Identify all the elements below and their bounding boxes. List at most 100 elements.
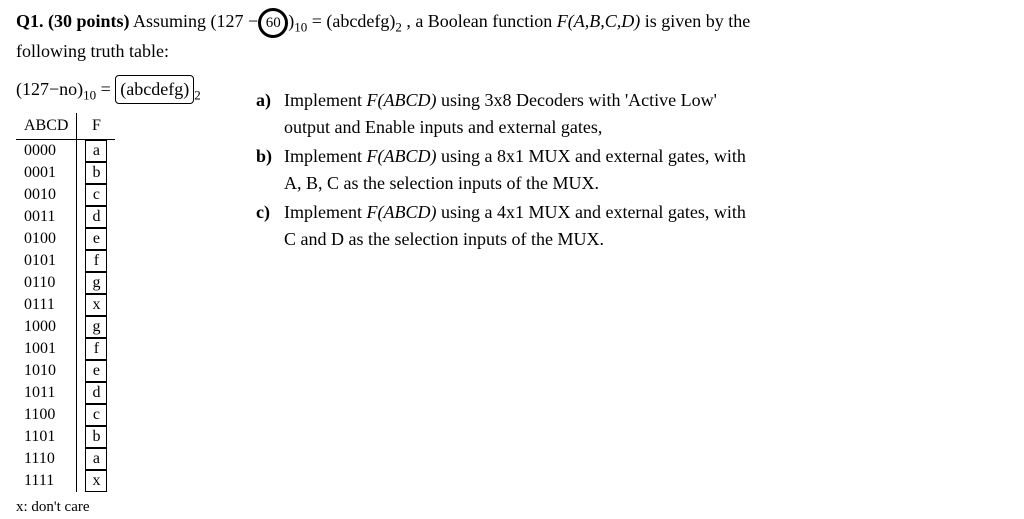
table-row: 1101b xyxy=(16,426,115,448)
table-header-abcd: ABCD xyxy=(16,113,77,140)
f-value: g xyxy=(85,272,107,294)
eq-sign: = xyxy=(312,11,327,31)
formula-sub2: 2 xyxy=(194,88,201,103)
table-row: 0110 g xyxy=(16,272,115,294)
table-cell-abcd: 1111 xyxy=(16,470,77,492)
part-c: c) Implement F(ABCD) using a 4x1 MUX and… xyxy=(256,199,1008,253)
table-cell-abcd: 0001 xyxy=(16,162,77,184)
table-cell-f: d xyxy=(77,382,116,404)
part-b-pre: Implement xyxy=(284,146,366,166)
table-cell-f: f xyxy=(77,250,116,272)
table-row: 1010 e xyxy=(16,360,115,382)
part-b-post: using a 8x1 MUX and external gates, with xyxy=(436,146,745,166)
table-row: 1000 g xyxy=(16,316,115,338)
right-column: a) Implement F(ABCD) using 3x8 Decoders … xyxy=(256,75,1008,519)
part-b-func: F(ABCD) xyxy=(366,146,436,166)
f-value: x xyxy=(85,294,107,316)
table-cell-abcd: 0100 xyxy=(16,228,77,250)
table-cell-abcd: 1100 xyxy=(16,404,77,426)
intro-text-4: following truth table: xyxy=(16,38,1008,65)
table-cell-f: d xyxy=(77,206,116,228)
part-c-pre: Implement xyxy=(284,202,366,222)
part-a: a) Implement F(ABCD) using 3x8 Decoders … xyxy=(256,87,1008,141)
intro-text-1: Assuming xyxy=(133,11,211,31)
expr-rhs: (abcdefg) xyxy=(326,11,395,31)
subscript-10: 10 xyxy=(294,20,307,35)
part-a-post: using 3x8 Decoders with 'Active Low' xyxy=(436,90,716,110)
table-row: 0011 d xyxy=(16,206,115,228)
table-cell-f: g xyxy=(77,272,116,294)
dont-care-note: x: don't care xyxy=(16,496,216,519)
table-cell-f: a xyxy=(77,140,116,163)
table-header-row: ABCD F xyxy=(16,113,115,140)
table-cell-abcd: 0011 xyxy=(16,206,77,228)
circled-number: 60 xyxy=(258,8,288,38)
part-c-line2: C and D as the selection inputs of the M… xyxy=(284,229,604,249)
table-row: 1011d xyxy=(16,382,115,404)
table-row: 0010 c xyxy=(16,184,115,206)
table-cell-f: e xyxy=(77,228,116,250)
table-cell-f: c xyxy=(77,404,116,426)
table-cell-f: x xyxy=(77,294,116,316)
table-header-f: F xyxy=(77,113,116,140)
formula-sub10: 10 xyxy=(83,88,96,103)
function-name: F(A,B,C,D) xyxy=(557,11,640,31)
part-b: b) Implement F(ABCD) using a 8x1 MUX and… xyxy=(256,143,1008,197)
f-value: g xyxy=(85,316,107,338)
f-value: d xyxy=(85,382,107,404)
truth-table: ABCD F 0000a0001b0010c0011d0100e0101f011… xyxy=(16,113,115,492)
question-header: Q1. (30 points) Assuming (127 −60)10 = (… xyxy=(16,8,1008,65)
table-cell-abcd: 0000 xyxy=(16,140,77,163)
table-cell-f: b xyxy=(77,162,116,184)
formula-rhs-boxed: (abcdefg) xyxy=(115,75,194,104)
expr-lhs-a: (127 − xyxy=(211,11,259,31)
f-value: a xyxy=(85,140,107,162)
table-cell-abcd: 0110 xyxy=(16,272,77,294)
table-row: 1111x xyxy=(16,470,115,492)
table-row: 0111 x xyxy=(16,294,115,316)
table-cell-abcd: 1001 xyxy=(16,338,77,360)
table-row: 0000 a xyxy=(16,140,115,163)
f-value: e xyxy=(85,360,107,382)
parts-list: a) Implement F(ABCD) using 3x8 Decoders … xyxy=(256,87,1008,253)
question-label: Q1. (30 points) xyxy=(16,11,130,31)
part-a-func: F(ABCD) xyxy=(366,90,436,110)
part-b-label: b) xyxy=(256,143,284,197)
part-c-func: F(ABCD) xyxy=(366,202,436,222)
part-b-text: Implement F(ABCD) using a 8x1 MUX and ex… xyxy=(284,143,1008,197)
table-cell-f: b xyxy=(77,426,116,448)
f-value: f xyxy=(85,338,107,360)
table-row: 0001 b xyxy=(16,162,115,184)
f-value: e xyxy=(85,228,107,250)
main-content: (127−no)10 = (abcdefg)2 ABCD F 0000a0001… xyxy=(16,75,1008,519)
f-value: c xyxy=(85,404,107,426)
table-cell-f: g xyxy=(77,316,116,338)
table-row: 1001 f xyxy=(16,338,115,360)
intro-text-2: , a Boolean function xyxy=(406,11,556,31)
table-cell-abcd: 1000 xyxy=(16,316,77,338)
table-row: 1110a xyxy=(16,448,115,470)
f-value: f xyxy=(85,250,107,272)
formula-rhs-text: (abcdefg) xyxy=(120,79,189,99)
intro-text-3: is given by the xyxy=(645,11,751,31)
formula-line: (127−no)10 = (abcdefg)2 xyxy=(16,75,216,105)
table-row: 0100 e xyxy=(16,228,115,250)
part-c-post: using a 4x1 MUX and external gates, with xyxy=(436,202,745,222)
table-cell-abcd: 0101 xyxy=(16,250,77,272)
part-c-label: c) xyxy=(256,199,284,253)
f-value: b xyxy=(85,162,107,184)
subscript-2: 2 xyxy=(395,20,402,35)
table-cell-f: c xyxy=(77,184,116,206)
table-row: 0101 f xyxy=(16,250,115,272)
table-cell-abcd: 0111 xyxy=(16,294,77,316)
formula-eq: = xyxy=(101,79,116,99)
part-c-text: Implement F(ABCD) using a 4x1 MUX and ex… xyxy=(284,199,1008,253)
table-cell-abcd: 0010 xyxy=(16,184,77,206)
table-cell-f: a xyxy=(77,448,116,470)
table-cell-abcd: 1010 xyxy=(16,360,77,382)
f-value: a xyxy=(85,448,107,470)
table-cell-f: f xyxy=(77,338,116,360)
f-value: d xyxy=(85,206,107,228)
table-cell-f: e xyxy=(77,360,116,382)
f-value: c xyxy=(85,184,107,206)
